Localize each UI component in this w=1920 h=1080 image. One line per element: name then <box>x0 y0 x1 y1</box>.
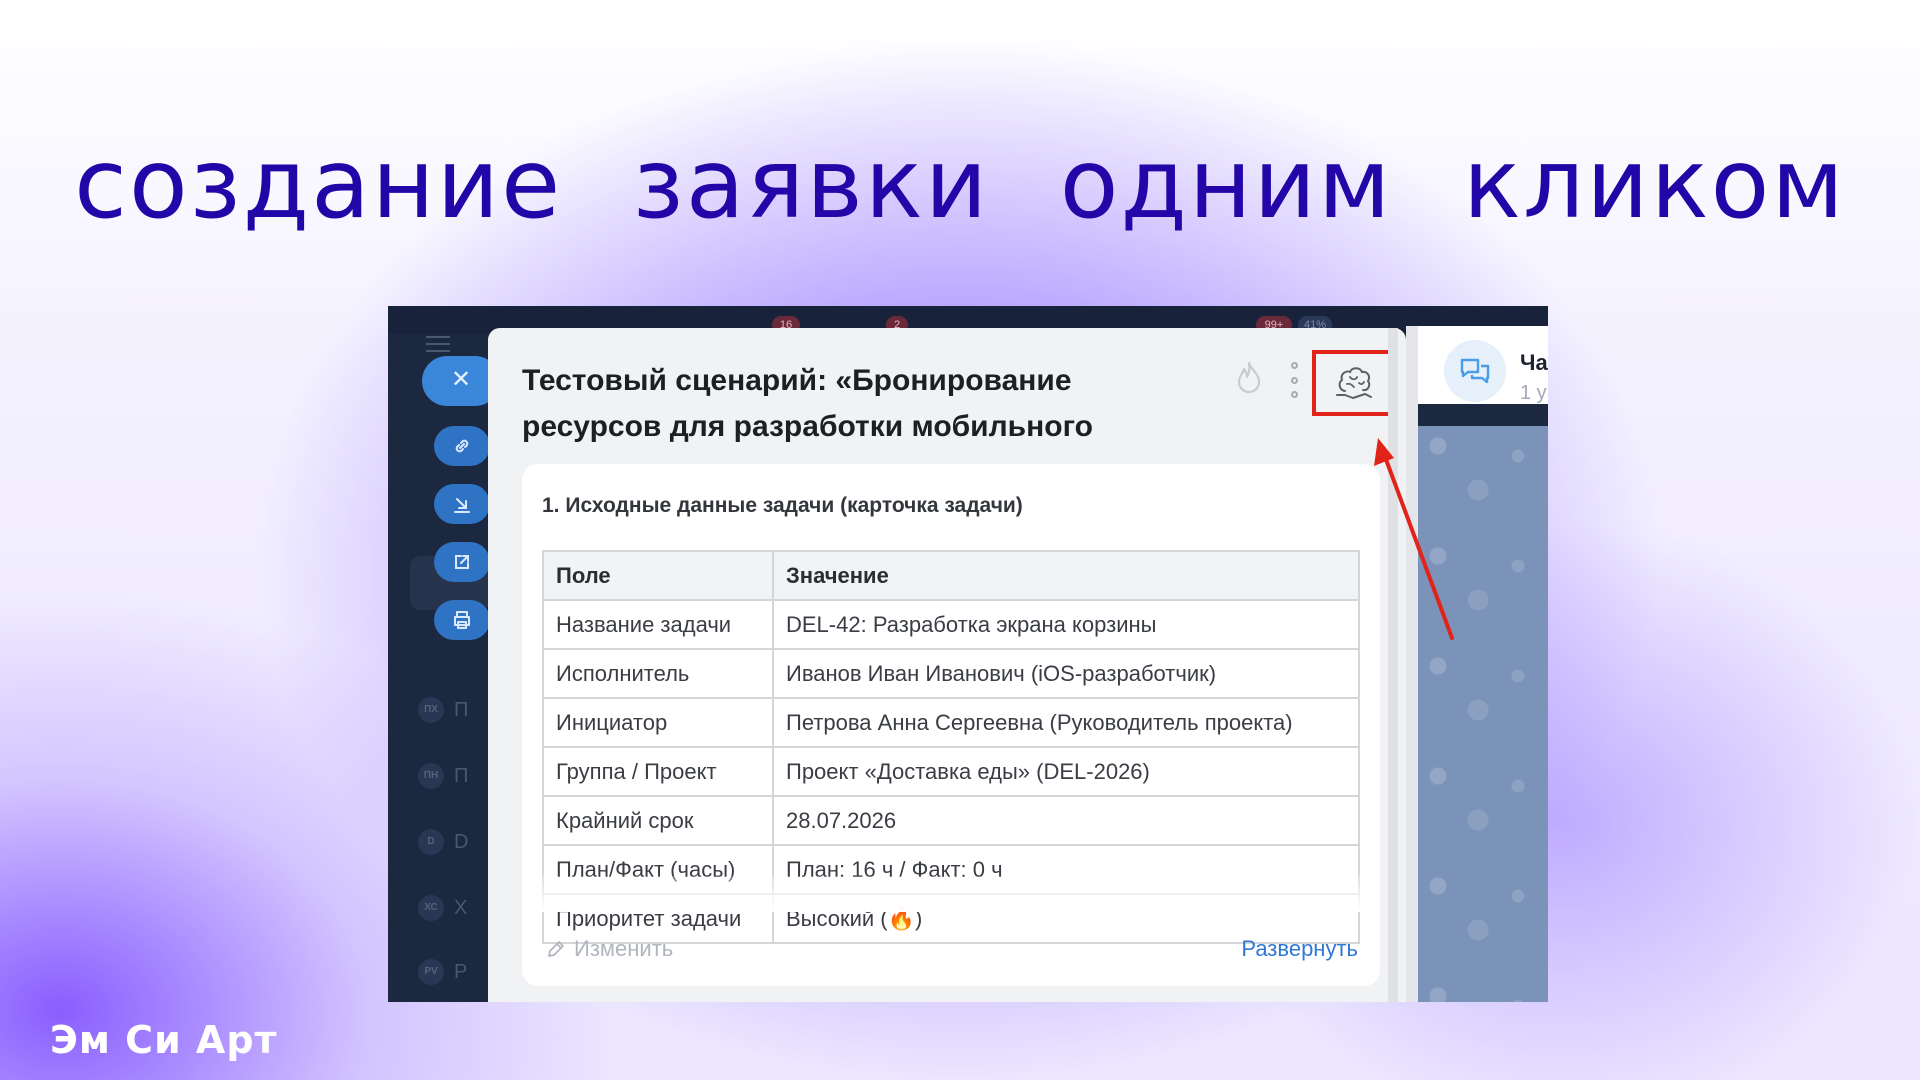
modal-title: Тестовый сценарий: «Бронирование ресурсо… <box>522 364 1093 443</box>
chat-header[interactable]: Ча 1 у <box>1418 326 1548 404</box>
screenshot-frame: 16 2 99+ 41% ПХ П ПН П D D ХС Х PV P ✕ Ч… <box>388 306 1548 1002</box>
table-row: Группа / Проект Проект «Доставка еды» (D… <box>542 746 1360 797</box>
table-cell: Название задачи <box>542 599 774 650</box>
table-row: Исполнитель Иванов Иван Иванович (iOS-ра… <box>542 648 1360 699</box>
edit-label: Изменить <box>574 936 674 961</box>
column-header: Значение <box>772 550 1360 601</box>
modal-scrollbar[interactable] <box>1388 328 1398 1002</box>
table-cell: Инициатор <box>542 697 774 748</box>
edit-button[interactable]: Изменить <box>546 936 673 962</box>
scrollbar[interactable] <box>1406 326 1418 1002</box>
chat-background <box>1418 426 1548 1002</box>
task-modal: Тестовый сценарий: «Бронирование ресурсо… <box>488 328 1406 1002</box>
sidebar-item-label: П <box>454 698 469 721</box>
more-vertical-icon[interactable] <box>1288 362 1300 398</box>
task-card: 1. Исходные данные задачи (карточка зада… <box>522 464 1380 986</box>
sidebar-item-label: D <box>454 830 469 853</box>
chat-bubbles-icon <box>1460 358 1490 384</box>
sidebar-item-label: P <box>454 960 468 983</box>
sidebar-item[interactable]: D D <box>418 824 498 860</box>
close-icon: ✕ <box>450 366 472 393</box>
table-cell: Проект «Доставка еды» (DEL-2026) <box>772 746 1360 797</box>
download-button[interactable] <box>434 484 490 524</box>
table-cell: Исполнитель <box>542 648 774 699</box>
create-request-button[interactable] <box>1312 350 1396 416</box>
avatar: D <box>418 829 444 855</box>
print-button[interactable] <box>434 600 490 640</box>
table-row: Название задачи DEL-42: Разработка экран… <box>542 599 1360 650</box>
open-external-button[interactable] <box>434 542 490 582</box>
sidebar-item-label: П <box>454 764 469 787</box>
avatar: PV <box>418 959 444 985</box>
external-link-icon <box>455 555 469 569</box>
flame-icon[interactable] <box>1234 360 1264 396</box>
avatar: ПХ <box>418 697 444 723</box>
expand-link[interactable]: Развернуть <box>1241 936 1358 962</box>
sidebar-item[interactable]: ХС Х <box>418 890 498 926</box>
download-icon <box>454 498 470 513</box>
pencil-icon <box>548 941 564 957</box>
chat-title: Ча <box>1520 350 1548 375</box>
column-header: Поле <box>542 550 774 601</box>
headline: создание заявки одним кликом <box>74 128 1846 240</box>
table-header-row: Поле Значение <box>542 550 1360 601</box>
table-cell: Петрова Анна Сергеевна (Руководитель про… <box>772 697 1360 748</box>
brand-logo: Эм Си Арт <box>50 1018 278 1062</box>
copy-link-button[interactable] <box>434 426 490 466</box>
sidebar-item[interactable]: ПН П <box>418 758 498 794</box>
content-fade <box>522 876 1380 912</box>
card-heading: 1. Исходные данные задачи (карточка зада… <box>542 494 1023 517</box>
print-icon <box>454 611 470 629</box>
link-icon <box>455 439 469 453</box>
table-row: Крайний срок 28.07.2026 <box>542 795 1360 846</box>
table-cell: Группа / Проект <box>542 746 774 797</box>
avatar: ХС <box>418 895 444 921</box>
table-cell: Крайний срок <box>542 795 774 846</box>
chat-avatar <box>1444 340 1506 402</box>
sidebar-item[interactable]: PV P <box>418 954 498 990</box>
table-cell: 28.07.2026 <box>772 795 1360 846</box>
sidebar-item-label: Х <box>454 896 468 919</box>
brain-icon <box>1336 367 1372 399</box>
avatar: ПН <box>418 763 444 789</box>
sidebar-item[interactable]: ПХ П <box>418 692 498 728</box>
table-cell: DEL-42: Разработка экрана корзины <box>772 599 1360 650</box>
table-row: Инициатор Петрова Анна Сергеевна (Руково… <box>542 697 1360 748</box>
chat-subtitle: 1 у <box>1520 382 1547 404</box>
menu-icon[interactable] <box>426 336 450 352</box>
table-cell: Иванов Иван Иванович (iOS-разработчик) <box>772 648 1360 699</box>
